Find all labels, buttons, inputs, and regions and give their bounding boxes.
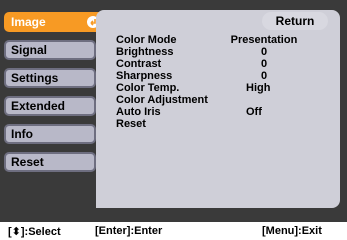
footer-exit-hint: [Menu]:Exit bbox=[262, 225, 322, 237]
item-color-mode-label[interactable]: Color Mode bbox=[116, 34, 177, 46]
item-sharpness-value: 0 bbox=[260, 70, 268, 82]
osd-menu-screen: Image Signal Settings Extended Info Rese… bbox=[0, 0, 347, 222]
item-color-temp-label[interactable]: Color Temp. bbox=[116, 82, 179, 94]
tab-signal[interactable]: Signal bbox=[4, 40, 96, 60]
footer-select-hint: [⬍]:Select bbox=[8, 226, 61, 238]
tab-image[interactable]: Image bbox=[4, 12, 104, 32]
tab-label-info: Info bbox=[11, 127, 33, 141]
item-color-temp-value: High bbox=[246, 82, 271, 94]
item-brightness-value: 0 bbox=[260, 46, 268, 58]
tab-reset[interactable]: Reset bbox=[4, 152, 96, 172]
item-color-mode-value: Presentation bbox=[230, 34, 298, 46]
tab-label-extended: Extended bbox=[11, 99, 66, 113]
tab-label-signal: Signal bbox=[11, 43, 48, 57]
item-auto-iris-label[interactable]: Auto Iris bbox=[116, 106, 161, 118]
item-brightness-label[interactable]: Brightness bbox=[116, 46, 173, 58]
item-sharpness-label[interactable]: Sharpness bbox=[116, 70, 172, 82]
tab-info[interactable]: Info bbox=[4, 124, 96, 144]
item-reset-label[interactable]: Reset bbox=[116, 118, 146, 130]
tab-label-reset: Reset bbox=[11, 155, 44, 169]
tab-settings[interactable]: Settings bbox=[4, 68, 96, 88]
return-button[interactable]: Return bbox=[262, 12, 328, 30]
tab-extended[interactable]: Extended bbox=[4, 96, 96, 116]
item-auto-iris-value: Off bbox=[246, 106, 262, 118]
tab-label-image: Image bbox=[11, 15, 46, 29]
footer-enter-hint: [Enter]:Enter bbox=[95, 225, 163, 237]
item-contrast-label[interactable]: Contrast bbox=[116, 58, 161, 70]
help-footer: [⬍]:Select [Enter]:Enter [Menu]:Exit bbox=[0, 222, 347, 240]
tab-label-settings: Settings bbox=[11, 71, 59, 85]
item-contrast-value: 0 bbox=[260, 58, 268, 70]
item-color-adjustment-label[interactable]: Color Adjustment bbox=[116, 94, 208, 106]
